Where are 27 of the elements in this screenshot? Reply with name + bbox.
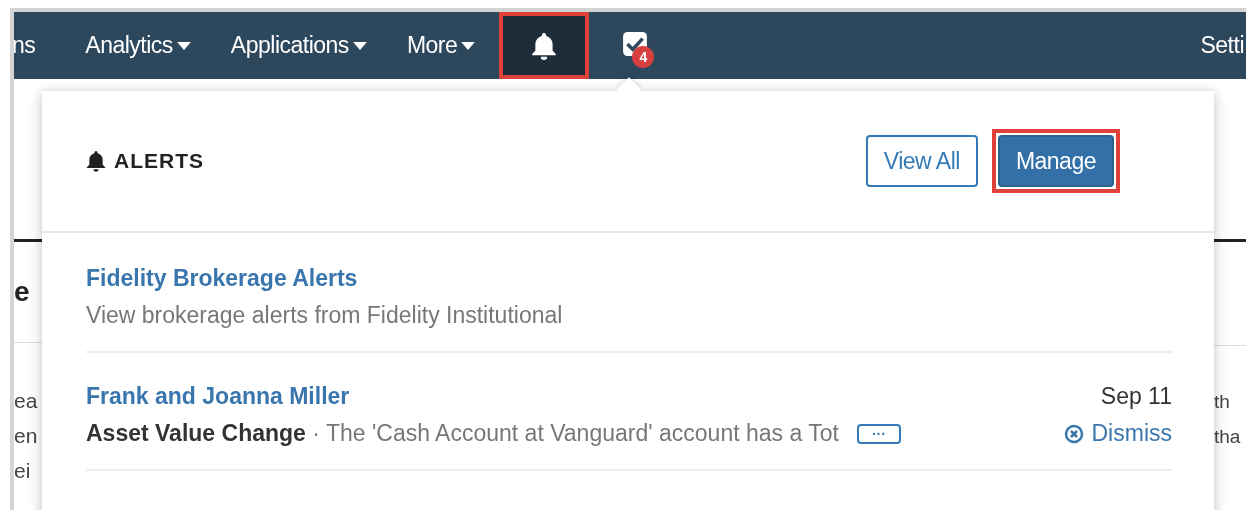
alert-title-link[interactable]: Fidelity Brokerage Alerts — [86, 265, 358, 292]
panel-title: ALERTS — [114, 149, 204, 173]
body-text: ea — [14, 388, 39, 414]
nav-menu-item[interactable]: Setti — [1200, 32, 1244, 59]
body-text: ei — [14, 458, 32, 484]
bell-icon — [86, 150, 106, 172]
view-all-button[interactable]: View All — [865, 135, 978, 187]
body-text: th — [1214, 390, 1231, 414]
nav-menu-item[interactable]: Analytics — [85, 32, 191, 59]
more-button[interactable]: ··· — [856, 423, 901, 444]
alert-text: Asset Value Change · The 'Cash Account at Vanguard' account has a Tot — [86, 420, 839, 447]
dismiss-link[interactable]: Dismiss — [1063, 420, 1172, 447]
count-badge: 4 — [632, 45, 655, 68]
nav-menu-item[interactable]: More — [406, 32, 476, 59]
body-text: tha — [1214, 425, 1242, 449]
tasks-button[interactable]: 4 — [615, 25, 656, 66]
page-heading: e — [14, 275, 31, 309]
alert-text: View brokerage alerts from Fidelity Institutional — [86, 302, 563, 329]
manage-button[interactable]: Manage — [997, 135, 1114, 187]
nav-menu-item[interactable]: Applications — [230, 32, 367, 59]
body-text: en — [14, 423, 39, 449]
alert-title-link[interactable]: Frank and Joanna Miller — [86, 383, 350, 410]
close-icon — [1063, 423, 1084, 444]
bell-icon — [531, 31, 558, 60]
notifications-button[interactable] — [499, 12, 590, 79]
nav-menu-item[interactable]: ns — [14, 32, 36, 59]
alert-date: Sep 11 — [1100, 383, 1172, 410]
